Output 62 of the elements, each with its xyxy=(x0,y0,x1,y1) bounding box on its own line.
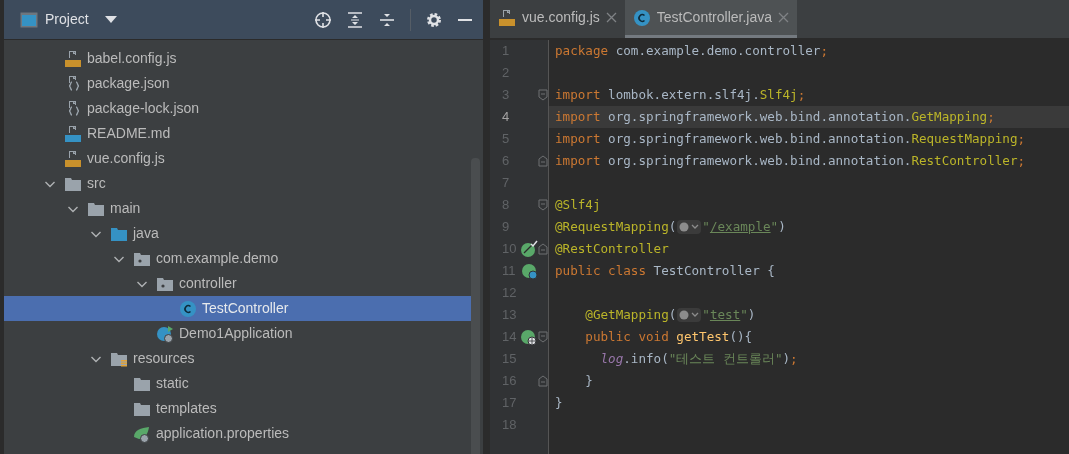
code-text: } xyxy=(555,393,563,412)
crosshair-icon[interactable] xyxy=(314,10,332,29)
code-text: @GetMapping( xyxy=(584,305,677,324)
globe-icon[interactable] xyxy=(677,220,702,234)
js-file-icon xyxy=(498,8,516,27)
spring-class-icon xyxy=(156,324,174,343)
code-text: import org.springframework.web.bind.annotation.RequestMapping; xyxy=(555,129,1026,148)
leaf-icon xyxy=(133,424,151,443)
code-text: package com.example.demo.controller; xyxy=(555,41,828,60)
code-text: @RequestMapping( xyxy=(555,217,677,236)
code-text: "test") xyxy=(702,305,756,324)
panel-title[interactable]: Project xyxy=(45,9,89,30)
editor-tab[interactable]: vue.config.js xyxy=(490,0,625,38)
settings-icon[interactable] xyxy=(425,10,443,29)
globe-icon[interactable] xyxy=(677,308,702,322)
class-icon xyxy=(179,299,197,318)
tree-item[interactable]: README.md xyxy=(4,121,471,146)
code-text: public void getTest(){ xyxy=(584,327,753,346)
code-text: import lombok.extern.slf4j.Slf4j; xyxy=(555,85,806,104)
code-text: @Slf4j xyxy=(555,195,601,214)
tree-item[interactable]: static xyxy=(4,371,471,396)
expand-all-icon[interactable] xyxy=(346,10,364,29)
tree-item[interactable]: babel.config.js xyxy=(4,46,471,71)
tree-item[interactable]: templates xyxy=(4,396,471,421)
fold-icon[interactable] xyxy=(538,243,548,255)
markdown-file-icon xyxy=(64,124,82,143)
line-number: 4 xyxy=(502,108,511,127)
code-text: "/example") xyxy=(702,217,786,236)
close-icon[interactable] xyxy=(605,12,617,23)
class-icon xyxy=(632,8,651,27)
fold-icon[interactable] xyxy=(538,89,548,101)
tree-item[interactable]: package-lock.json xyxy=(4,96,471,121)
js-file-icon xyxy=(64,49,82,68)
tree-item[interactable]: controller xyxy=(4,271,471,296)
window-icon xyxy=(20,11,38,28)
caret-icon[interactable] xyxy=(104,15,117,24)
fold-icon[interactable] xyxy=(538,199,548,211)
code-text: public class TestController { xyxy=(555,261,775,280)
tree-item[interactable]: TestController xyxy=(4,296,471,321)
tree-item[interactable]: src xyxy=(4,171,471,196)
code-text: @RestController xyxy=(555,239,669,258)
scrollbar[interactable] xyxy=(471,158,480,454)
globe-icon[interactable] xyxy=(520,328,538,346)
fold-icon[interactable] xyxy=(538,375,548,387)
bean-icon[interactable] xyxy=(520,240,538,258)
tree-item[interactable]: vue.config.js xyxy=(4,146,471,171)
tree-item[interactable]: java xyxy=(4,221,471,246)
fold-icon[interactable] xyxy=(538,331,548,343)
tree-item[interactable]: resources xyxy=(4,346,471,371)
tree-item[interactable]: com.example.demo xyxy=(4,246,471,271)
code-text: } xyxy=(584,371,593,390)
code-text: log.info("테스트 컨트롤러"); xyxy=(599,349,798,368)
js-file-icon xyxy=(64,149,82,168)
editor-tab[interactable]: TestController.java xyxy=(624,0,797,38)
tree-item[interactable]: application.properties xyxy=(4,421,471,446)
bean-icon[interactable] xyxy=(521,262,540,280)
code-text: import org.springframework.web.bind.annotation.RestController; xyxy=(555,151,1026,170)
tree-item[interactable]: Demo1Application xyxy=(4,321,471,346)
fold-icon[interactable] xyxy=(538,155,548,167)
tree-item[interactable]: main xyxy=(4,196,471,221)
tree-item[interactable]: package.json xyxy=(4,71,471,96)
code-text: import org.springframework.web.bind.annotation.GetMapping; xyxy=(555,107,995,126)
